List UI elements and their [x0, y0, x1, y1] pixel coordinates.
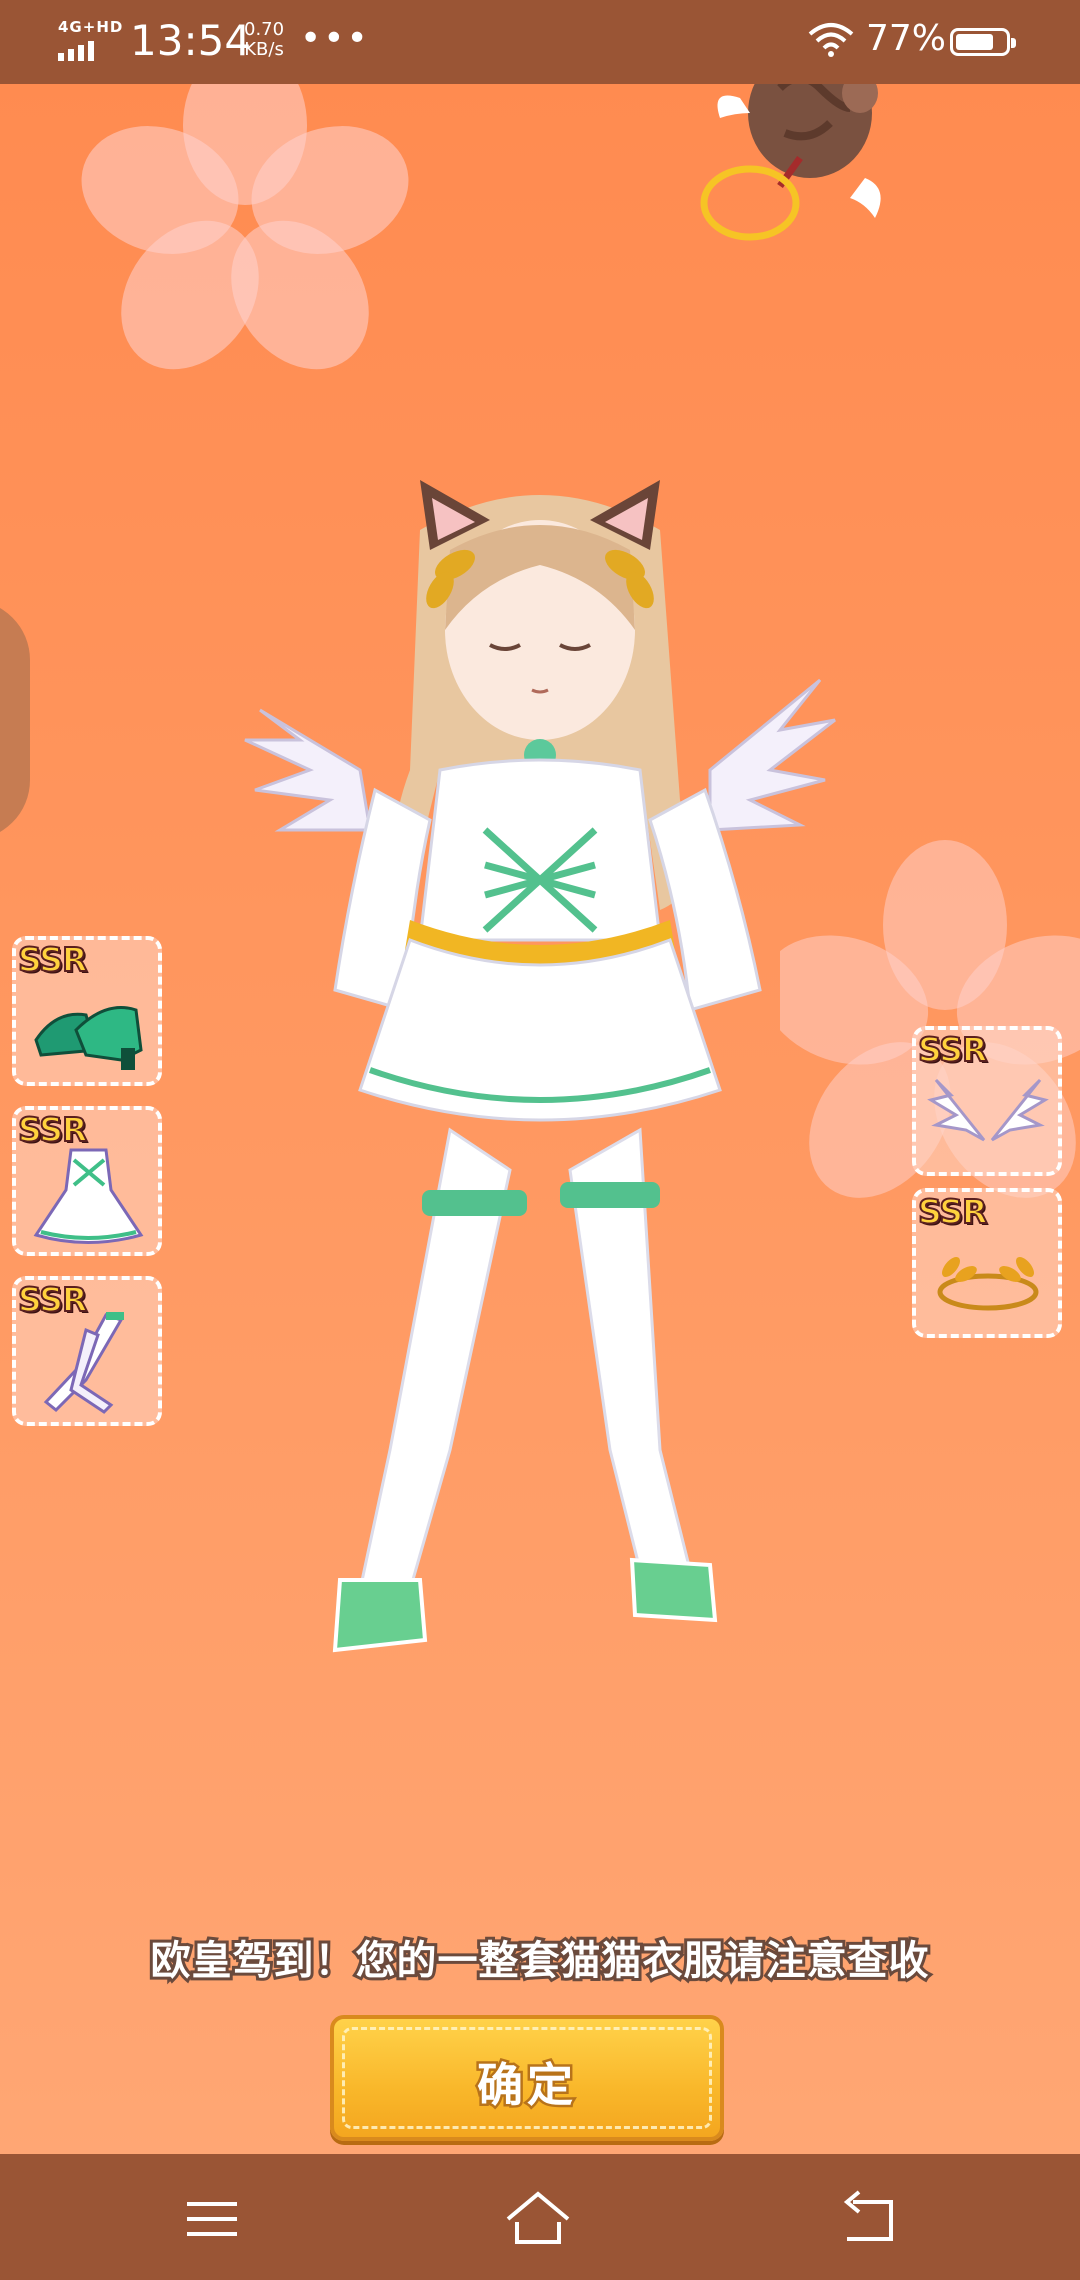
menu-icon[interactable]	[177, 2184, 247, 2254]
reward-notice-text: 欧皇驾到！您的一整套猫猫衣服请注意查收	[148, 1935, 932, 1987]
game-screen: SSR SSR SSR SSR SSR 欧皇驾到！您的一整套猫猫衣服请注意查收 …	[0, 0, 1080, 2280]
cellular-signal-icon: 4G+HD	[58, 18, 124, 62]
item-card-wings[interactable]: SSR	[912, 1026, 1062, 1176]
confirm-button-label: 确定	[475, 2056, 577, 2115]
item-card-shoes[interactable]: SSR	[12, 936, 162, 1086]
item-card-crown[interactable]: SSR	[912, 1188, 1062, 1338]
confirm-button[interactable]: 确定	[330, 2015, 724, 2141]
back-icon[interactable]	[833, 2184, 903, 2254]
status-bar: 4G+HD 13:54 0.70 KB/s ••• 77%	[0, 0, 1080, 84]
speed-value: 0.70	[244, 19, 285, 40]
item-card-stockings[interactable]: SSR	[12, 1276, 162, 1426]
laurel-crown-icon	[937, 1257, 1039, 1311]
left-edge-decoration	[0, 600, 30, 840]
green-shoes-icon	[34, 1006, 143, 1070]
battery-icon	[950, 28, 1016, 56]
speed-unit: KB/s	[244, 39, 284, 60]
home-icon[interactable]	[503, 2184, 573, 2254]
clock: 13:54	[130, 16, 252, 65]
cat-girl-character	[244, 480, 836, 1653]
navigation-bar	[0, 2154, 1080, 2280]
battery-level	[956, 34, 993, 50]
battery-percent: 77%	[866, 18, 947, 59]
network-type: 4G+HD	[58, 18, 124, 36]
more-notifications-icon: •••	[300, 18, 370, 59]
white-stockings-icon	[43, 1312, 124, 1414]
background-flower-top-left	[80, 40, 410, 374]
wifi-icon	[808, 23, 854, 57]
item-card-dress[interactable]: SSR	[12, 1106, 162, 1256]
angel-wings-icon	[927, 1078, 1049, 1142]
network-speed: 0.70 KB/s	[244, 20, 284, 60]
white-dress-icon	[33, 1148, 144, 1244]
